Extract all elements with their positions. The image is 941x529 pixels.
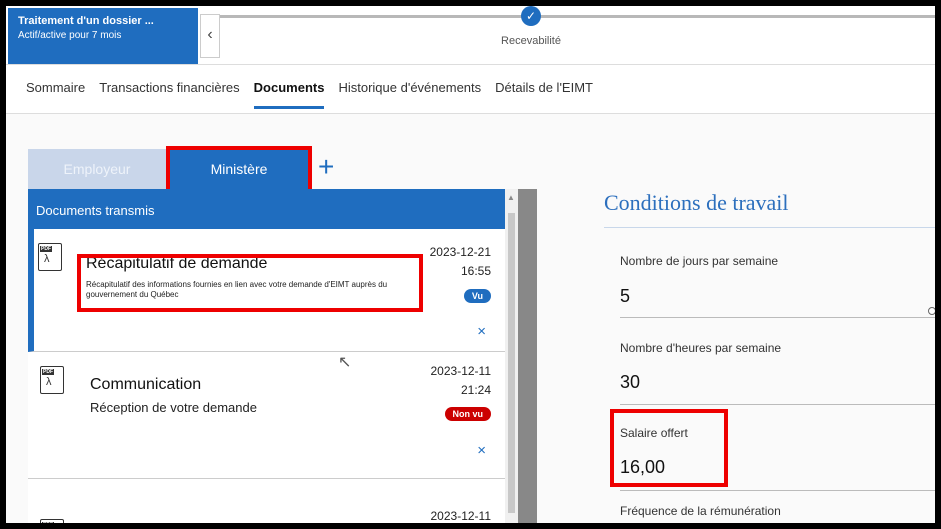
highlight-box [610, 409, 728, 487]
scrollbar[interactable]: ▲ [505, 189, 518, 523]
close-icon[interactable]: × [477, 323, 486, 340]
process-stepper [220, 15, 935, 18]
field-value-hours: 30 [620, 372, 641, 392]
documents-list: Documents transmis PDF λ Récapitulatif de… [28, 189, 505, 523]
status-badge: Non vu [444, 407, 491, 421]
divider [620, 490, 935, 491]
divider [604, 227, 935, 228]
stage-label[interactable]: Recevabilité [481, 35, 581, 47]
pdf-icon: PDF λ [40, 366, 64, 394]
document-date: 2023-12-11 [430, 509, 492, 523]
subtab-ministry[interactable]: Ministère [166, 146, 312, 194]
document-date-value: 2023-12-11 [430, 364, 492, 378]
pdf-icon: PDF λ [38, 243, 62, 271]
tab-summary[interactable]: Sommaire [26, 70, 85, 109]
field-label-days: Nombre de jours par semaine [620, 254, 779, 268]
divider [620, 317, 935, 318]
document-date: 2023-12-21 16:55 [430, 243, 491, 281]
main-tabs: Sommaire Transactions financières Docume… [26, 70, 593, 109]
highlight-box [77, 254, 423, 312]
resize-handle[interactable] [928, 307, 935, 315]
divider [6, 64, 935, 65]
divider [620, 404, 935, 405]
document-time-value: 21:24 [460, 383, 491, 397]
document-description: Réception de votre demande [90, 400, 257, 415]
chevron-left-icon[interactable]: ‹ [200, 14, 220, 58]
case-status: Actif/active pour 7 mois [18, 30, 122, 41]
case-title: Traitement d'un dossier ... [18, 15, 154, 27]
add-icon[interactable]: + [318, 152, 334, 182]
document-item[interactable]: PDF λ Communication Réception de votre de… [28, 352, 505, 479]
field-label-pay-frequency: Fréquence de la rémunération [620, 504, 781, 518]
field-label-hours: Nombre d'heures par semaine [620, 341, 782, 355]
subtab-employer[interactable]: Employeur [28, 149, 166, 189]
documents-heading: Documents transmis [28, 189, 505, 229]
document-date: 2023-12-11 21:24 [431, 362, 492, 400]
close-icon[interactable]: × [477, 442, 486, 459]
pdf-icon: PDF [40, 519, 64, 523]
tab-eimt-details[interactable]: Détails de l'EIMT [495, 70, 593, 109]
status-badge: Vu [463, 289, 491, 303]
scroll-thumb[interactable] [508, 213, 515, 513]
document-date-value: 2023-12-21 [429, 245, 491, 259]
tab-documents[interactable]: Documents [253, 70, 325, 109]
conditions-title: Conditions de travail [604, 190, 789, 215]
check-icon[interactable]: ✓ [521, 6, 541, 26]
documents-panel: Documents transmis PDF λ Récapitulatif de… [28, 189, 537, 523]
document-item[interactable]: PDF 2023-12-11 [28, 507, 505, 523]
case-summary-card[interactable]: Traitement d'un dossier ... Actif/active… [8, 8, 198, 64]
field-value-days: 5 [620, 286, 631, 306]
tab-event-history[interactable]: Historique d'événements [338, 70, 481, 109]
mouse-cursor-icon: ↖ [338, 354, 352, 371]
tab-financial-transactions[interactable]: Transactions financières [99, 70, 239, 109]
scroll-up-icon[interactable]: ▲ [507, 193, 515, 202]
document-title: Communication [90, 376, 202, 393]
document-time-value: 16:55 [460, 264, 491, 278]
app-window: Traitement d'un dossier ... Actif/active… [6, 6, 935, 523]
